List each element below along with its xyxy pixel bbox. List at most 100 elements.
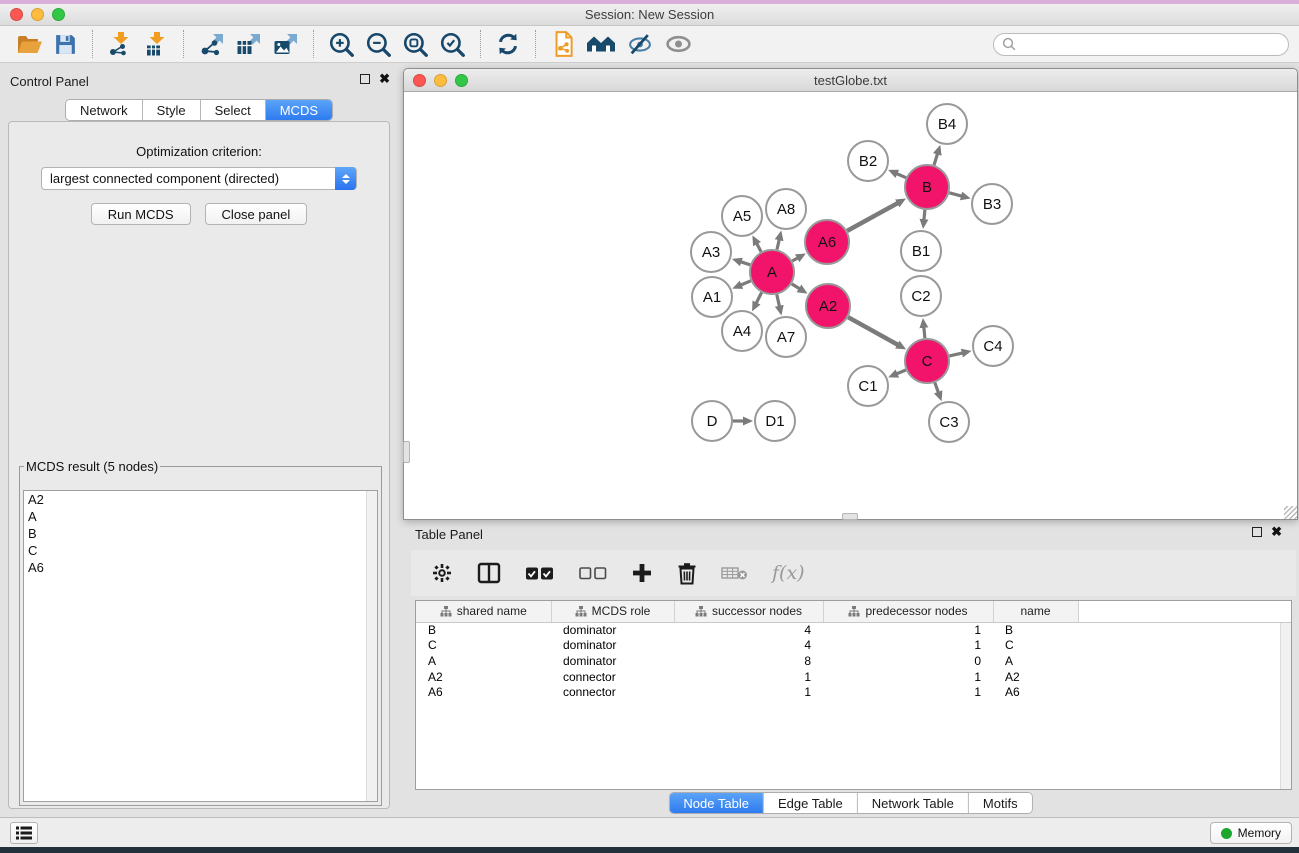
- graph-edge-A-A2[interactable]: [792, 284, 800, 289]
- network-window-titlebar[interactable]: testGlobe.txt: [404, 69, 1297, 92]
- save-session-button[interactable]: [48, 30, 83, 59]
- graph-edge-B-B2[interactable]: [896, 174, 906, 178]
- table-settings-button[interactable]: [431, 562, 453, 584]
- column-header-shared-name[interactable]: shared name: [416, 601, 551, 622]
- delete-table-button[interactable]: [721, 564, 748, 582]
- mcds-result-item[interactable]: C: [24, 542, 377, 559]
- graph-node-B1[interactable]: B1: [901, 231, 941, 271]
- graph-edge-A-A7[interactable]: [777, 295, 780, 307]
- graph-edge-C-C2[interactable]: [924, 327, 925, 338]
- graph-node-A[interactable]: A: [750, 250, 794, 294]
- graph-node-D1[interactable]: D1: [755, 401, 795, 441]
- new-network-from-selection-button[interactable]: [545, 28, 581, 60]
- apply-function-button[interactable]: f(x): [772, 562, 805, 584]
- list-scrollbar[interactable]: [366, 491, 377, 801]
- graph-edge-C-C1[interactable]: [897, 370, 906, 374]
- graph-node-C4[interactable]: C4: [973, 326, 1013, 366]
- close-panel-button[interactable]: Close panel: [205, 203, 308, 225]
- graph-node-D[interactable]: D: [692, 401, 732, 441]
- graph-node-A4[interactable]: A4: [722, 311, 762, 351]
- close-panel-icon[interactable]: ✖: [1271, 527, 1282, 537]
- refresh-view-button[interactable]: [490, 29, 526, 59]
- mcds-result-list[interactable]: A2ABCA6: [23, 490, 378, 802]
- graph-node-C1[interactable]: C1: [848, 366, 888, 406]
- memory-button[interactable]: Memory: [1210, 822, 1292, 844]
- export-table-button[interactable]: [230, 29, 267, 59]
- graph-node-C2[interactable]: C2: [901, 276, 941, 316]
- float-panel-icon[interactable]: [360, 74, 370, 84]
- graph-edge-A6-B[interactable]: [847, 203, 898, 231]
- graph-node-A3[interactable]: A3: [691, 232, 731, 272]
- export-image-button[interactable]: [267, 29, 304, 59]
- graph-node-A7[interactable]: A7: [766, 317, 806, 357]
- mcds-result-item[interactable]: A6: [24, 559, 377, 576]
- graph-node-B3[interactable]: B3: [972, 184, 1012, 224]
- graph-node-B4[interactable]: B4: [927, 104, 967, 144]
- mcds-result-item[interactable]: A2: [24, 491, 377, 508]
- graph-edge-B-B4[interactable]: [934, 154, 938, 166]
- column-header-MCDS-role[interactable]: MCDS role: [551, 601, 674, 622]
- add-row-button[interactable]: [631, 562, 653, 584]
- graph-edge-A-A5[interactable]: [757, 243, 762, 251]
- graph-node-C[interactable]: C: [905, 339, 949, 383]
- column-layout-button[interactable]: [477, 562, 501, 584]
- column-header-successor-nodes[interactable]: successor nodes: [674, 601, 823, 622]
- tab-mcds[interactable]: MCDS: [266, 100, 332, 120]
- zoom-out-button[interactable]: [360, 29, 397, 60]
- graph-node-A8[interactable]: A8: [766, 189, 806, 229]
- run-mcds-button[interactable]: Run MCDS: [91, 203, 191, 225]
- tab-network-table[interactable]: Network Table: [858, 793, 969, 813]
- import-table-button[interactable]: [138, 29, 174, 59]
- show-panels-list-button[interactable]: [10, 822, 38, 844]
- mcds-result-item[interactable]: A: [24, 508, 377, 525]
- zoom-selected-button[interactable]: [434, 29, 471, 60]
- column-header-name[interactable]: name: [993, 601, 1078, 622]
- home-button[interactable]: [581, 30, 621, 58]
- table-row[interactable]: A6connector11A6: [416, 684, 1291, 700]
- network-canvas[interactable]: A A1 A2 A3 A4 A5 A6 A7 A8 B B1 B2 B3B4 C C1 C2 C3C4 D D1: [405, 92, 1296, 518]
- float-panel-icon[interactable]: [1252, 527, 1262, 537]
- tab-node-table[interactable]: Node Table: [669, 793, 764, 813]
- table-row[interactable]: Bdominator41B: [416, 622, 1291, 638]
- select-all-columns-button[interactable]: [525, 566, 555, 581]
- table-scrollbar[interactable]: [1280, 623, 1291, 789]
- graph-node-A2[interactable]: A2: [806, 284, 850, 328]
- zoom-in-button[interactable]: [323, 29, 360, 60]
- graph-node-A5[interactable]: A5: [722, 196, 762, 236]
- graph-node-B2[interactable]: B2: [848, 141, 888, 181]
- import-network-button[interactable]: [102, 29, 138, 59]
- tab-edge-table[interactable]: Edge Table: [764, 793, 858, 813]
- graph-edge-A-A4[interactable]: [756, 293, 762, 304]
- delete-row-button[interactable]: [677, 562, 697, 585]
- graph-edge-A2-C[interactable]: [848, 317, 898, 345]
- optimization-criterion-select[interactable]: largest connected component (directed): [41, 167, 357, 190]
- zoom-fit-button[interactable]: [397, 29, 434, 60]
- export-network-button[interactable]: [193, 29, 230, 59]
- network-graph[interactable]: A A1 A2 A3 A4 A5 A6 A7 A8 B B1 B2 B3B4 C C1 C2 C3C4 D D1: [405, 92, 1296, 518]
- column-header-predecessor-nodes[interactable]: predecessor nodes: [823, 601, 993, 622]
- resize-grip-icon[interactable]: [1284, 506, 1297, 519]
- graph-node-C3[interactable]: C3: [929, 402, 969, 442]
- close-panel-icon[interactable]: ✖: [379, 74, 390, 84]
- graph-edge-B-B3[interactable]: [949, 193, 962, 196]
- graph-edge-A-A6[interactable]: [792, 258, 798, 261]
- graph-edge-A-A1[interactable]: [741, 281, 751, 285]
- table-row[interactable]: Cdominator41C: [416, 638, 1291, 654]
- search-input[interactable]: [1016, 37, 1280, 51]
- graph-edge-C-C3[interactable]: [935, 383, 939, 393]
- bottom-splitter-handle[interactable]: [842, 513, 858, 520]
- graph-edge-B-B1[interactable]: [924, 210, 925, 220]
- graph-node-B[interactable]: B: [905, 165, 949, 209]
- table-row[interactable]: Adominator80A: [416, 653, 1291, 669]
- tab-style[interactable]: Style: [143, 100, 201, 120]
- left-splitter-handle[interactable]: [403, 441, 410, 463]
- titlebar[interactable]: Session: New Session: [0, 4, 1299, 26]
- graph-node-A1[interactable]: A1: [692, 277, 732, 317]
- table-row[interactable]: A2connector11A2: [416, 669, 1291, 685]
- tab-motifs[interactable]: Motifs: [969, 793, 1032, 813]
- open-session-button[interactable]: [10, 30, 48, 59]
- graph-node-A6[interactable]: A6: [805, 220, 849, 264]
- graph-edge-C-C4[interactable]: [949, 353, 962, 356]
- deselect-all-columns-button[interactable]: [579, 567, 607, 580]
- graph-edge-A-A3[interactable]: [741, 262, 751, 265]
